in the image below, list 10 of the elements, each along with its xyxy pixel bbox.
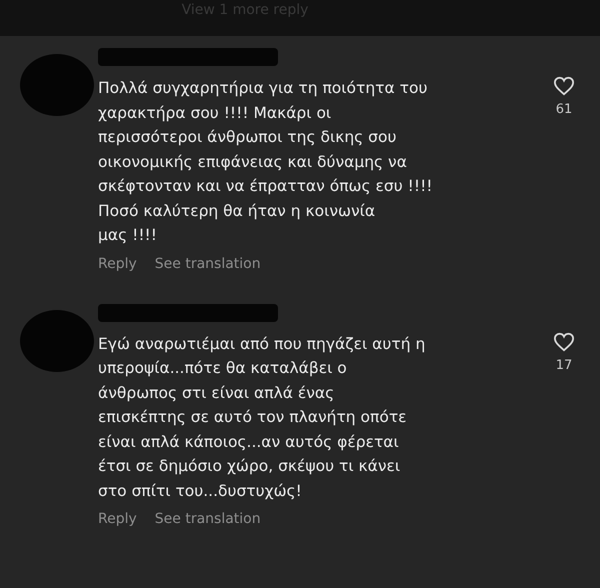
like-count: 17 — [556, 358, 572, 372]
see-translation-link[interactable]: See translation — [154, 256, 261, 272]
reply-link[interactable]: Reply — [98, 511, 137, 527]
comment-text: Πολλά συγχαρητήρια για τη ποιότητα του χαρακτήρα σου !!!! Μακάρι οι περισσότεροι άνθρωποι της δικης σου οικονομικής επιφάνειας και δύναμης να σκέφτονταν και να έπρατταν όπως εσυ !!!! Ποσό καλύτερη θα ήταν η κοινωνία μας !!!! — [98, 78, 434, 246]
heart-icon[interactable] — [553, 76, 575, 96]
see-translation-link[interactable]: See translation — [154, 511, 261, 527]
reply-link[interactable]: Reply — [98, 256, 137, 272]
like-count: 61 — [556, 102, 572, 117]
comment-text: Εγώ αναρωτιέμαι από που πηγάζει αυτή η υπεροψία...πότε θα καταλάβει ο άνθρωπος στι είναι απλά ένας επισκέπτης σε αυτό τον πλανήτη οπότε είναι απλά κάποιος...αν αυτός φέρεται έτσι σε δημόσιο χώρο, σκέψου τι κάνει στο σπίτι του...δυστυχώς! — [98, 334, 426, 502]
heart-icon[interactable] — [553, 332, 575, 352]
